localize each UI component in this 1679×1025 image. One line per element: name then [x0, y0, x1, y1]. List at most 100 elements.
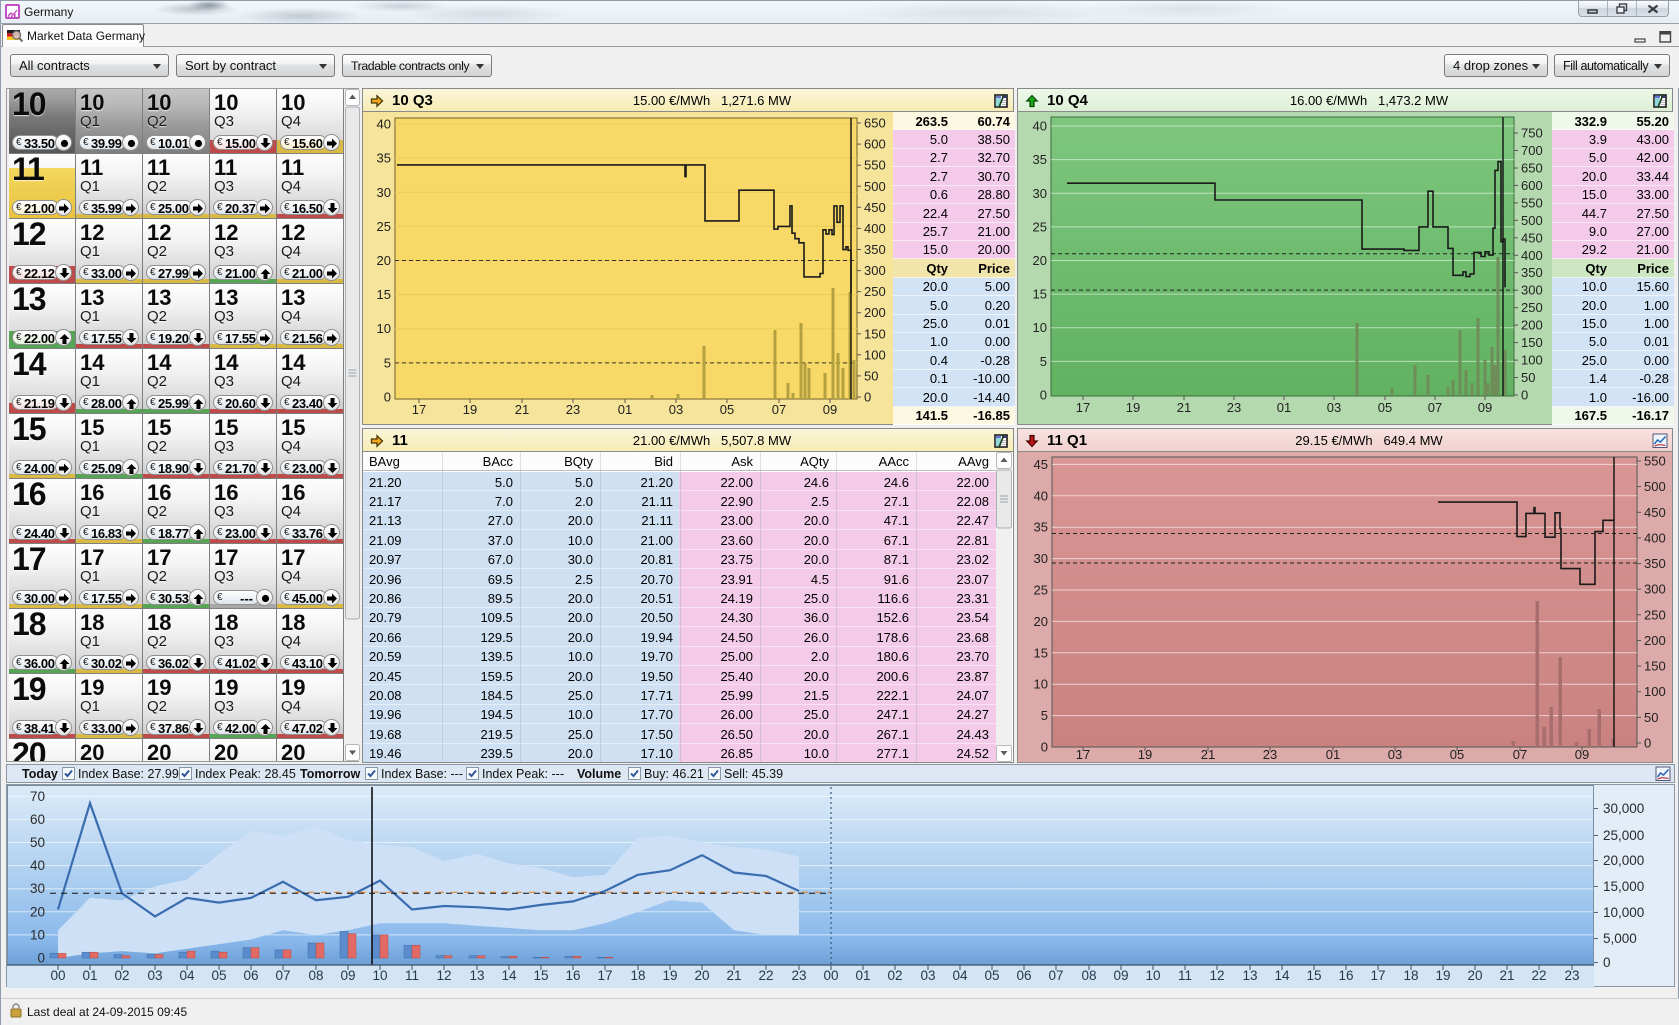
- svg-text:23: 23: [791, 968, 806, 983]
- svg-text:19: 19: [463, 402, 477, 417]
- svg-text:03: 03: [147, 968, 162, 983]
- svg-text:10: 10: [1033, 320, 1047, 335]
- svg-text:0: 0: [1040, 388, 1047, 403]
- svg-text:07: 07: [275, 968, 290, 983]
- svg-text:300: 300: [1521, 283, 1543, 298]
- svg-text:45: 45: [1034, 457, 1048, 472]
- svg-text:700: 700: [1521, 143, 1543, 158]
- svg-text:20: 20: [30, 904, 45, 919]
- svg-text:20: 20: [1034, 614, 1048, 629]
- svg-text:08: 08: [308, 968, 323, 983]
- svg-text:400: 400: [864, 221, 886, 236]
- svg-text:5,000: 5,000: [1603, 931, 1637, 946]
- svg-text:40: 40: [1034, 488, 1048, 503]
- svg-text:00: 00: [50, 968, 65, 983]
- svg-text:07: 07: [1428, 400, 1442, 415]
- svg-text:150: 150: [1521, 335, 1543, 350]
- svg-text:13: 13: [1242, 968, 1257, 983]
- svg-text:100: 100: [864, 347, 886, 362]
- svg-text:06: 06: [243, 968, 258, 983]
- svg-text:25: 25: [377, 219, 391, 234]
- svg-text:05: 05: [984, 968, 999, 983]
- svg-text:20: 20: [1033, 253, 1047, 268]
- svg-text:550: 550: [864, 158, 886, 173]
- svg-text:550: 550: [1521, 195, 1543, 210]
- svg-text:19: 19: [1435, 968, 1450, 983]
- svg-text:35: 35: [377, 151, 391, 166]
- svg-text:05: 05: [211, 968, 226, 983]
- svg-text:650: 650: [1521, 161, 1543, 176]
- svg-text:16: 16: [1338, 968, 1353, 983]
- svg-text:550: 550: [1644, 454, 1666, 469]
- svg-text:400: 400: [1644, 530, 1666, 545]
- svg-text:07: 07: [1048, 968, 1063, 983]
- svg-text:20: 20: [377, 253, 391, 268]
- svg-text:02: 02: [114, 968, 129, 983]
- svg-text:35: 35: [1034, 520, 1048, 535]
- svg-text:23: 23: [566, 402, 580, 417]
- svg-text:50: 50: [1521, 370, 1535, 385]
- svg-text:10: 10: [1034, 677, 1048, 692]
- svg-text:50: 50: [1644, 710, 1658, 725]
- svg-text:23: 23: [1227, 400, 1241, 415]
- svg-text:0: 0: [864, 390, 871, 405]
- svg-text:12: 12: [1209, 968, 1224, 983]
- svg-text:70: 70: [30, 789, 45, 804]
- svg-text:14: 14: [1274, 968, 1290, 983]
- svg-text:0: 0: [384, 390, 391, 405]
- svg-text:03: 03: [1327, 400, 1341, 415]
- svg-text:17: 17: [1076, 400, 1090, 415]
- svg-text:01: 01: [82, 968, 97, 983]
- svg-text:15: 15: [1034, 645, 1048, 660]
- svg-text:15: 15: [1033, 287, 1047, 302]
- svg-text:11: 11: [1178, 968, 1192, 983]
- svg-text:07: 07: [772, 402, 786, 417]
- svg-text:04: 04: [179, 968, 195, 983]
- svg-text:10: 10: [1145, 968, 1160, 983]
- svg-text:0: 0: [1603, 955, 1611, 970]
- svg-text:450: 450: [864, 200, 886, 215]
- svg-text:100: 100: [1644, 684, 1666, 699]
- svg-text:200: 200: [864, 305, 886, 320]
- svg-text:750: 750: [1521, 126, 1543, 141]
- svg-text:30,000: 30,000: [1603, 801, 1644, 816]
- svg-text:22: 22: [758, 968, 773, 983]
- svg-text:30: 30: [30, 881, 45, 896]
- svg-text:20,000: 20,000: [1603, 853, 1644, 868]
- svg-text:19: 19: [662, 968, 677, 983]
- svg-text:150: 150: [864, 326, 886, 341]
- svg-text:350: 350: [864, 242, 886, 257]
- svg-text:60: 60: [30, 812, 45, 827]
- svg-text:25: 25: [1033, 219, 1047, 234]
- svg-text:21: 21: [1177, 400, 1191, 415]
- svg-text:500: 500: [1644, 479, 1666, 494]
- svg-text:04: 04: [952, 968, 968, 983]
- svg-text:05: 05: [720, 402, 734, 417]
- svg-text:300: 300: [864, 263, 886, 278]
- svg-text:06: 06: [1016, 968, 1031, 983]
- svg-text:17: 17: [412, 402, 426, 417]
- svg-text:09: 09: [340, 968, 355, 983]
- svg-text:19: 19: [1126, 400, 1140, 415]
- svg-text:350: 350: [1644, 556, 1666, 571]
- svg-text:14: 14: [501, 968, 517, 983]
- svg-text:450: 450: [1521, 230, 1543, 245]
- svg-text:18: 18: [630, 968, 645, 983]
- svg-text:0: 0: [37, 951, 45, 966]
- svg-text:01: 01: [1277, 400, 1291, 415]
- svg-text:450: 450: [1644, 505, 1666, 520]
- svg-text:250: 250: [1644, 607, 1666, 622]
- svg-text:30: 30: [1033, 186, 1047, 201]
- svg-text:400: 400: [1521, 248, 1543, 263]
- svg-text:600: 600: [864, 137, 886, 152]
- svg-text:11: 11: [405, 968, 419, 983]
- svg-text:650: 650: [864, 116, 886, 131]
- svg-text:05: 05: [1378, 400, 1392, 415]
- svg-text:22: 22: [1531, 968, 1546, 983]
- svg-text:500: 500: [864, 179, 886, 194]
- svg-text:20: 20: [694, 968, 709, 983]
- svg-text:250: 250: [1521, 300, 1543, 315]
- svg-text:15: 15: [377, 287, 391, 302]
- svg-text:30: 30: [1034, 551, 1048, 566]
- svg-text:250: 250: [864, 284, 886, 299]
